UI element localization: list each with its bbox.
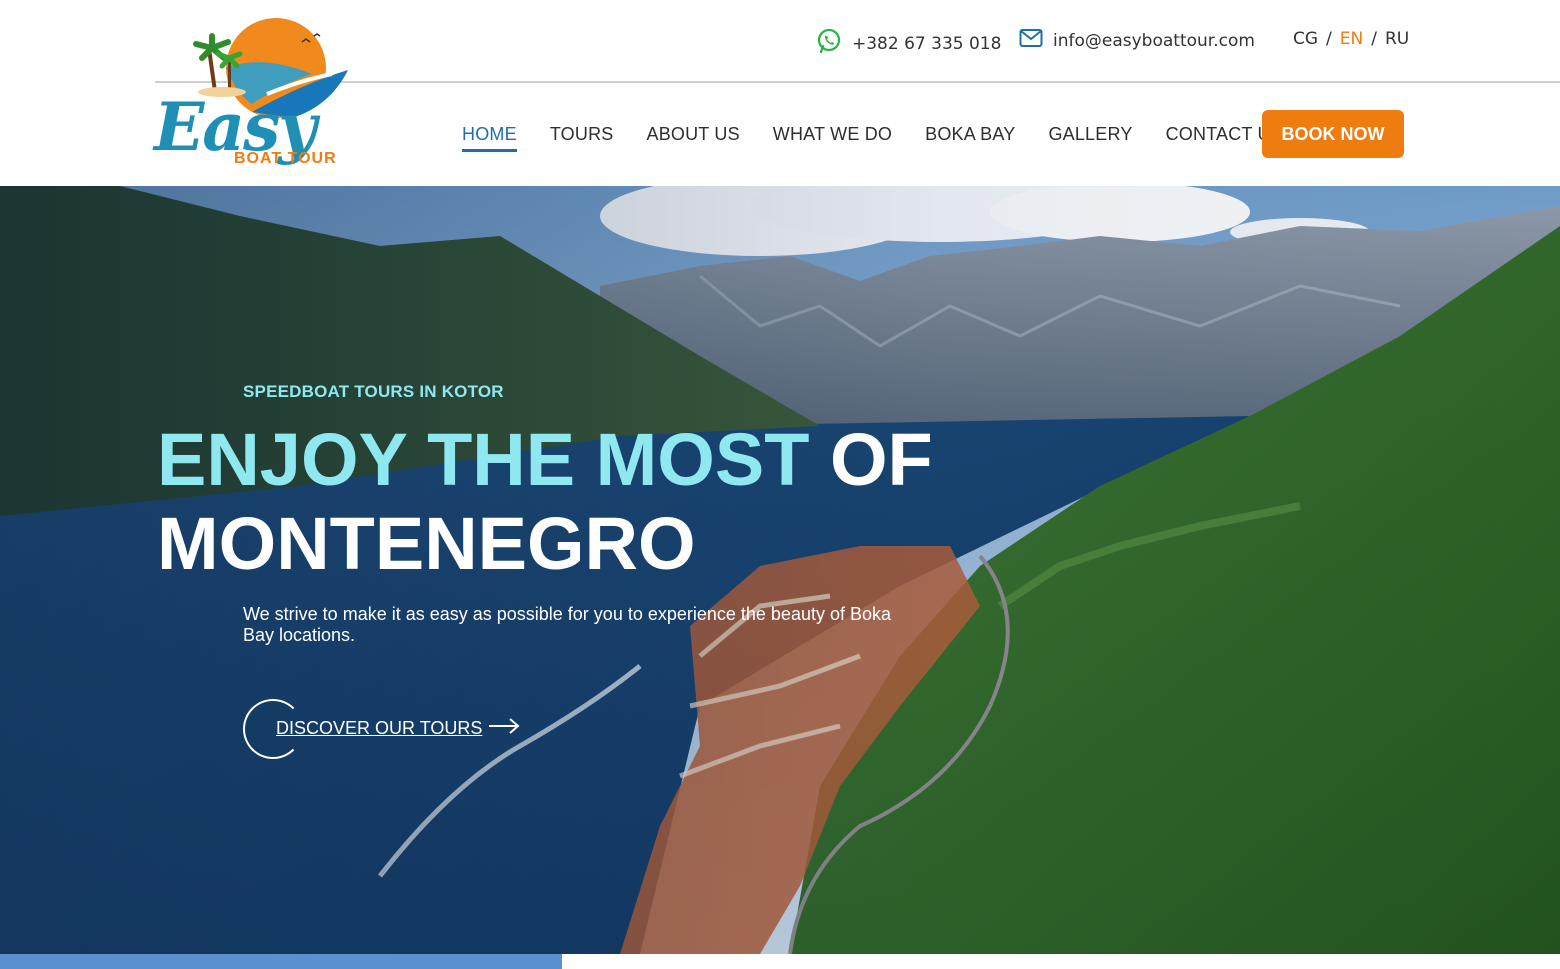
- lang-en[interactable]: EN: [1340, 29, 1363, 49]
- lang-cg[interactable]: CG: [1293, 29, 1318, 49]
- hero-headline-line2: MONTENEGRO: [157, 502, 696, 585]
- email-address[interactable]: info@easyboattour.com: [1053, 31, 1255, 51]
- hero-headline-highlight: ENJOY THE MOST: [157, 418, 810, 501]
- mail-icon: [1019, 28, 1043, 53]
- lang-ru[interactable]: RU: [1385, 29, 1409, 49]
- section-accent-bar: [0, 954, 562, 969]
- book-now-button[interactable]: BOOK NOW: [1262, 110, 1404, 158]
- whatsapp-icon: [816, 28, 842, 59]
- discover-tours-button[interactable]: DISCOVER OUR TOURS: [243, 699, 520, 759]
- phone-number[interactable]: +382 67 335 018: [852, 34, 1001, 54]
- lang-separator: /: [1371, 29, 1377, 49]
- cta-ring-icon: [243, 699, 303, 759]
- nav-home[interactable]: HOME: [462, 124, 517, 152]
- hero-headline: ENJOY THE MOST OF MONTENEGRO: [157, 418, 933, 586]
- nav-boka-bay[interactable]: BOKA BAY: [925, 124, 1015, 145]
- cta-label: DISCOVER OUR TOURS: [276, 717, 483, 738]
- site-logo[interactable]: Easy BOAT TOUR: [152, 14, 352, 172]
- nav-what-we-do[interactable]: WHAT WE DO: [773, 124, 892, 145]
- nav-tours[interactable]: TOURS: [550, 124, 614, 145]
- logo-subtitle: BOAT TOUR: [234, 150, 337, 167]
- hero-section: SPEEDBOAT TOURS IN KOTOR ENJOY THE MOST …: [0, 186, 1560, 954]
- hero-eyebrow: SPEEDBOAT TOURS IN KOTOR: [243, 382, 504, 401]
- language-switcher: CG / EN / RU: [1293, 29, 1409, 49]
- hero-headline-of: OF: [829, 418, 933, 501]
- phone-contact[interactable]: +382 67 335 018: [816, 28, 1001, 59]
- lang-separator: /: [1326, 29, 1332, 49]
- main-nav: HOME TOURS ABOUT US WHAT WE DO BOKA BAY …: [462, 124, 1283, 152]
- nav-about-us[interactable]: ABOUT US: [647, 124, 740, 145]
- arrow-right-icon: [488, 717, 520, 740]
- email-contact[interactable]: info@easyboattour.com: [1019, 28, 1255, 53]
- nav-gallery[interactable]: GALLERY: [1048, 124, 1132, 145]
- hero-subtitle: We strive to make it as easy as possible…: [243, 604, 892, 645]
